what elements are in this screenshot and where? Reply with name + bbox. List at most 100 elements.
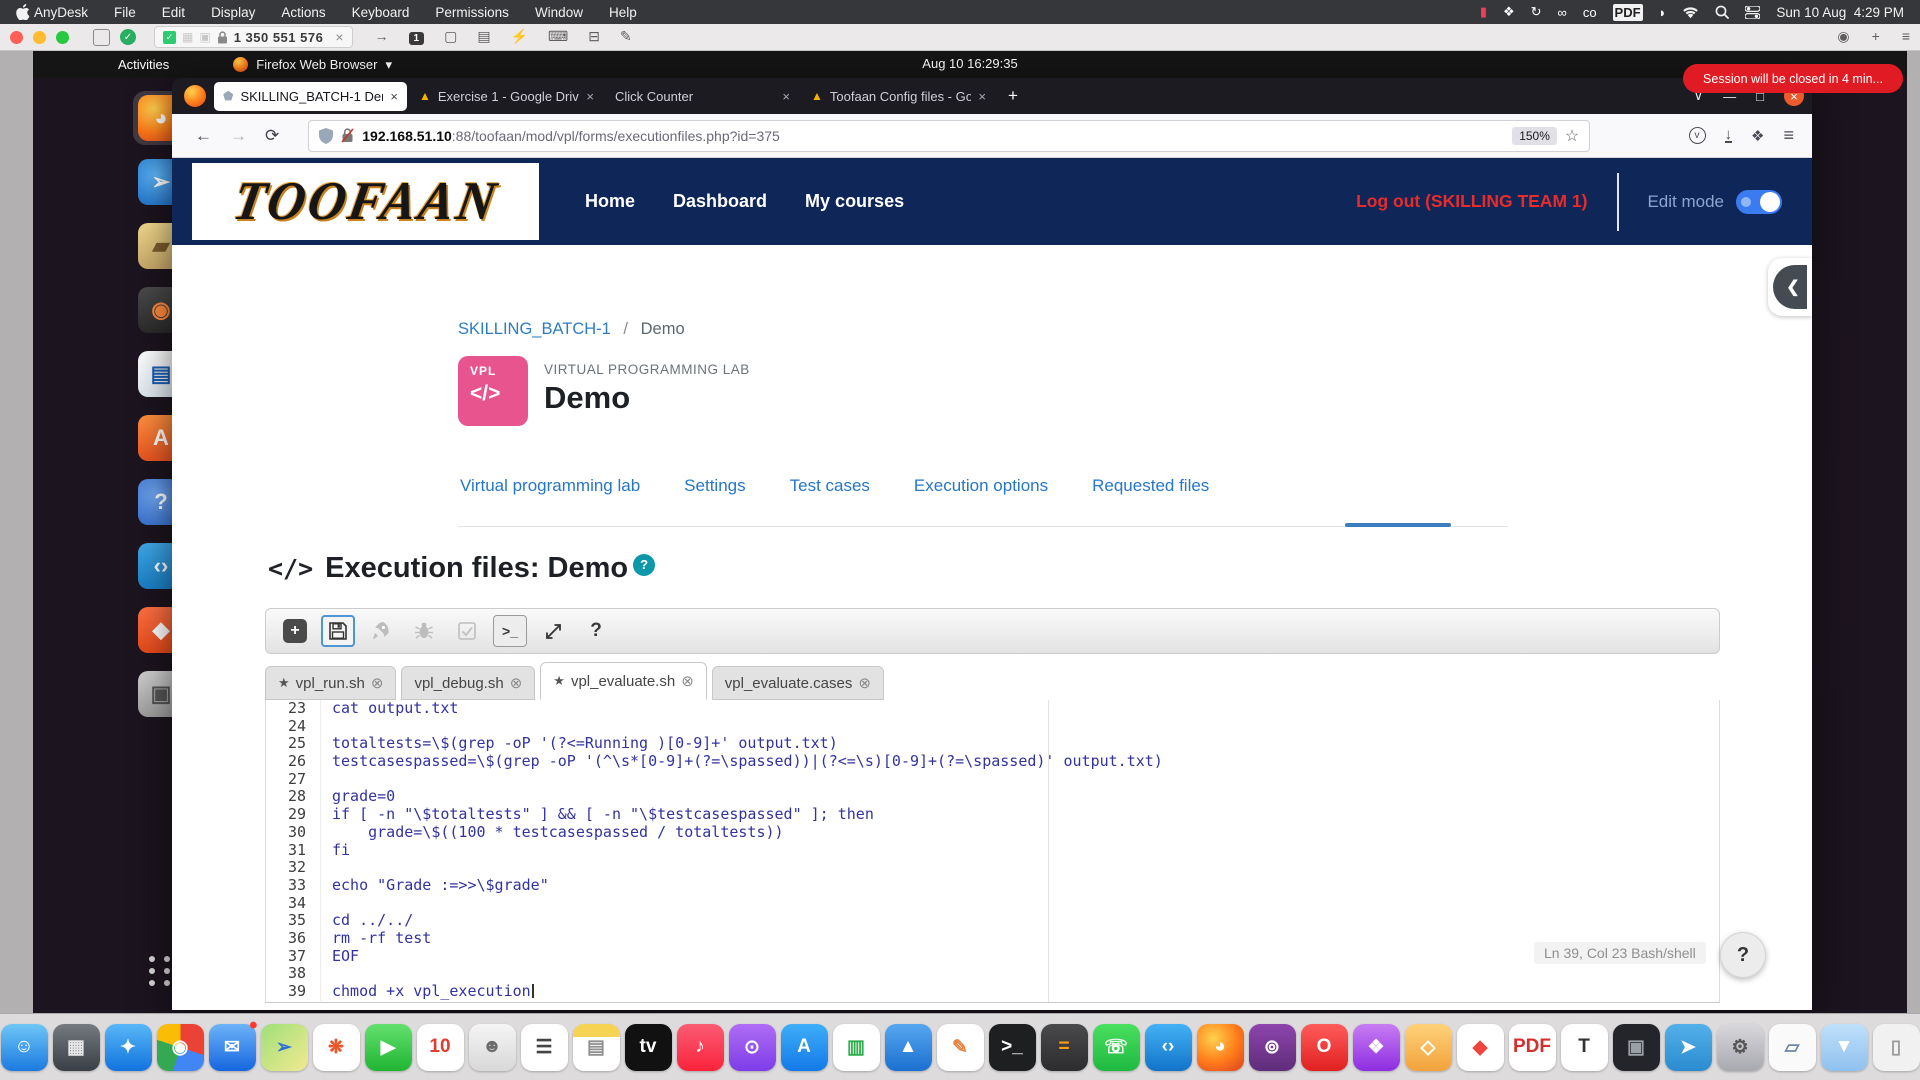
tab-close-icon[interactable]: × <box>390 89 398 104</box>
macos-dock-item[interactable]: ⊚ <box>1248 1023 1296 1071</box>
menubar-menu-item[interactable]: File <box>114 5 136 20</box>
browser-tab[interactable]: ▲ Toofaan Config files - Go × <box>802 82 995 111</box>
page-tab-link[interactable]: Requested files <box>1092 476 1209 496</box>
menubar-menu-item[interactable]: Window <box>535 5 583 20</box>
code-editor[interactable]: 23 cat output.txt 24 25 totaltests=\$(gr… <box>265 700 1720 1003</box>
code-line[interactable]: 35 cd ../../ <box>266 912 1719 930</box>
app-menu-icon[interactable]: ≡ <box>1783 125 1794 146</box>
window-minimize-button[interactable] <box>33 30 46 44</box>
control-center-icon[interactable] <box>1745 5 1761 19</box>
status-icon[interactable]: PDF <box>1612 3 1643 21</box>
status-icon[interactable]: ◗ <box>1659 5 1667 20</box>
anydesk-toolbar-button[interactable]: ⌨ <box>548 28 568 46</box>
extensions-icon[interactable]: ❖ <box>1751 127 1764 145</box>
tab-close-icon[interactable]: × <box>782 89 790 104</box>
code-line[interactable]: 39 chmod +x vpl_execution <box>266 982 1719 1001</box>
macos-dock-item[interactable]: ➤ <box>1664 1023 1712 1071</box>
menubar-menu-item[interactable]: Actions <box>281 5 325 20</box>
file-tab[interactable]: ★ vpl_evaluate.sh ⊗ <box>540 662 707 700</box>
macos-dock-item[interactable]: ☰ <box>520 1023 568 1071</box>
anydesk-toolbar-button[interactable]: ▢ <box>444 28 457 46</box>
nav-link[interactable]: Home <box>585 191 635 212</box>
file-tab[interactable]: vpl_debug.sh ⊗ <box>401 666 536 700</box>
macos-dock-item[interactable]: = <box>1040 1023 1088 1071</box>
status-icon[interactable]: ▮ <box>1480 4 1487 20</box>
bookmark-star-icon[interactable]: ☆ <box>1565 126 1579 146</box>
menubar-menu-item[interactable]: Keyboard <box>352 5 410 20</box>
macos-dock-item[interactable]: ▲ <box>884 1023 932 1071</box>
zoom-level-badge[interactable]: 150% <box>1512 126 1557 145</box>
help-icon[interactable]: ? <box>633 553 656 576</box>
breadcrumb-course-link[interactable]: SKILLING_BATCH-1 <box>458 320 611 338</box>
browser-tab[interactable]: Click Counter × <box>606 82 799 111</box>
macos-dock-item[interactable]: ▥ <box>832 1023 880 1071</box>
macos-dock-item[interactable]: ☏ <box>1092 1023 1140 1071</box>
code-line[interactable]: 38 <box>266 965 1719 983</box>
macos-dock-item[interactable]: ☻ <box>468 1023 516 1071</box>
macos-dock-item[interactable]: ⊙ <box>728 1023 776 1071</box>
edit-mode-toggle[interactable] <box>1736 189 1782 214</box>
url-text[interactable]: 192.168.51.10:88/toofaan/mod/vpl/forms/e… <box>362 128 1504 144</box>
floating-help-button[interactable]: ? <box>1720 932 1766 978</box>
anydesk-session-tab[interactable]: ✓ ▦ ▣ 1 350 551 576 × <box>154 26 353 48</box>
anydesk-toolbar-button[interactable]: + <box>1872 28 1880 46</box>
file-tab-close-icon[interactable]: ⊗ <box>858 674 871 692</box>
macos-dock-item[interactable]: ◉ <box>156 1023 204 1071</box>
menubar-menu-item[interactable]: Permissions <box>435 5 509 20</box>
code-line[interactable]: 36 rm -rf test <box>266 929 1719 948</box>
status-icon[interactable]: ↻ <box>1531 4 1542 20</box>
macos-dock-item[interactable]: O <box>1300 1023 1348 1071</box>
file-tab-close-icon[interactable]: ⊗ <box>510 674 523 692</box>
nav-link[interactable]: Dashboard <box>673 191 767 212</box>
fullscreen-button[interactable] <box>536 615 570 647</box>
anydesk-toolbar-button[interactable]: ◉ <box>1837 28 1849 46</box>
status-icon[interactable]: ❖ <box>1503 4 1515 20</box>
nav-link[interactable]: My courses <box>805 191 904 212</box>
new-file-button[interactable]: + <box>278 615 312 647</box>
anydesk-toolbar-button[interactable]: ⊟ <box>588 28 600 46</box>
code-line[interactable]: 26 testcasespassed=\$(grep -oP '(^\s*[0-… <box>266 752 1719 771</box>
new-tab-button[interactable]: + <box>1008 86 1018 106</box>
code-line[interactable]: 37 EOF <box>266 947 1719 966</box>
block-drawer-toggle[interactable]: ❮ <box>1768 258 1812 316</box>
spotlight-search-icon[interactable] <box>1715 5 1730 19</box>
console-button[interactable]: >_ <box>493 615 527 647</box>
reload-button[interactable]: ⟳ <box>265 126 279 146</box>
session-notification[interactable]: Session will be closed in 4 min... <box>1683 64 1903 93</box>
macos-dock-item[interactable]: ▼ <box>1820 1023 1868 1071</box>
macos-dock-item[interactable]: ❋ <box>312 1023 360 1071</box>
macos-dock-item[interactable]: A <box>780 1023 828 1071</box>
file-tab-close-icon[interactable]: ⊗ <box>681 672 694 690</box>
code-line[interactable]: 25 totaltests=\$(grep -oP '(?<=Running )… <box>266 735 1719 754</box>
file-tab[interactable]: vpl_evaluate.cases ⊗ <box>711 666 884 700</box>
code-line[interactable]: 29 if [ -n "\$totaltests" ] && [ -n "\$t… <box>266 805 1719 824</box>
page-tab-link[interactable]: Test cases <box>790 476 870 496</box>
page-tab-link[interactable]: Settings <box>684 476 745 496</box>
macos-dock-item[interactable]: tv <box>624 1023 672 1071</box>
macos-dock-item[interactable]: ▯ <box>1872 1023 1920 1071</box>
anydesk-toolbar-button[interactable]: 1 <box>408 28 425 46</box>
toofaan-logo[interactable]: TOOFAAN <box>192 163 539 240</box>
save-button[interactable] <box>321 615 355 647</box>
window-close-button[interactable] <box>10 30 23 44</box>
browser-tab[interactable]: ⬟ SKILLING_BATCH-1 Demo × <box>214 81 407 111</box>
tab-close-icon[interactable]: × <box>978 89 986 104</box>
debug-button[interactable] <box>407 615 441 647</box>
apple-logo-icon[interactable] <box>16 4 30 20</box>
ubuntu-clock[interactable]: Aug 10 16:29:35 <box>922 56 1017 71</box>
wifi-icon[interactable] <box>1682 6 1699 19</box>
code-line[interactable]: 24 <box>266 717 1719 736</box>
window-zoom-button[interactable] <box>56 30 69 44</box>
menubar-clock[interactable]: Sun 10 Aug 4:29 PM <box>1776 5 1904 20</box>
menubar-menu-item[interactable]: Edit <box>162 5 185 20</box>
macos-dock-item[interactable]: ▦ <box>52 1023 100 1071</box>
status-icon[interactable]: co <box>1583 5 1597 20</box>
code-line[interactable]: 33 echo "Grade :=>>\$grade" <box>266 876 1719 895</box>
code-line[interactable]: 28 grade=0 <box>266 788 1719 807</box>
macos-dock-item[interactable]: >_ <box>988 1023 1036 1071</box>
macos-dock-item[interactable]: ▣ <box>1612 1023 1660 1071</box>
code-line[interactable]: 27 <box>266 770 1719 789</box>
anydesk-toolbar-button[interactable]: → <box>375 28 389 46</box>
browser-tab[interactable]: ▲ Exercise 1 - Google Drive × <box>410 82 603 111</box>
macos-dock-item[interactable]: ✎ <box>936 1023 984 1071</box>
